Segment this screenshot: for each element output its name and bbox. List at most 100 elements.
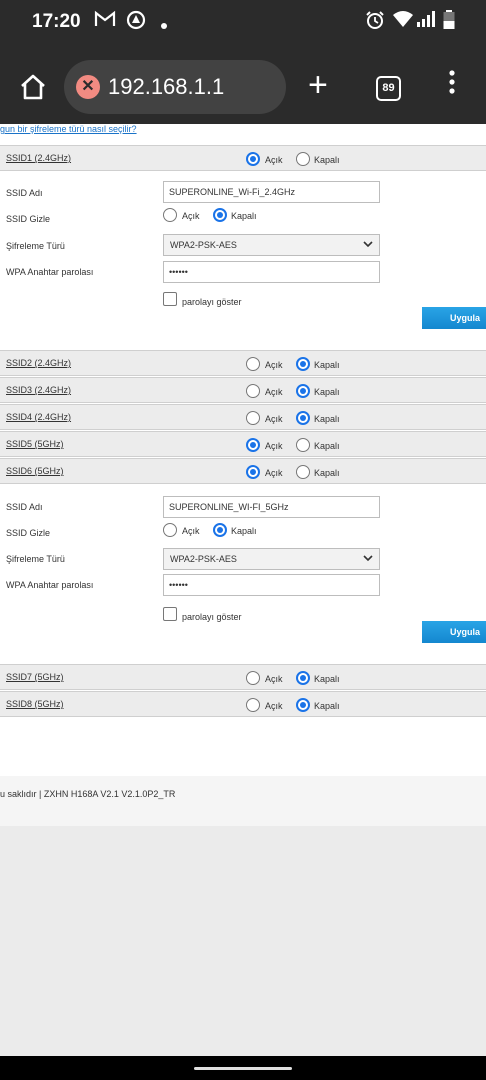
ssid-row: SSID3 (2.4GHz) Açık Kapalı (0, 377, 486, 403)
radio-on[interactable] (163, 208, 177, 222)
ssid-enable-radio-group: Açık Kapalı (246, 152, 356, 168)
radio-on[interactable] (163, 523, 177, 537)
show-password-checkbox[interactable] (163, 292, 177, 306)
radio-off-label: Kapalı (314, 360, 340, 370)
ssid-hidden-label: SSID Gizle (6, 214, 51, 224)
radio-on-label: Açık (265, 468, 283, 478)
apply-button[interactable]: Uygula (422, 307, 486, 329)
radio-on-label: Açık (265, 701, 283, 711)
vpn-icon (126, 10, 146, 35)
radio-on-label: Açık (265, 441, 283, 451)
radio-off-label: Kapalı (314, 441, 340, 451)
status-bar: 17:20 (0, 0, 486, 44)
ssid-name-input[interactable]: SUPERONLINE_WI-FI_5GHz (163, 496, 380, 518)
tab-switcher-button[interactable]: 89 (376, 76, 401, 101)
radio-on[interactable] (246, 465, 260, 479)
radio-on[interactable] (246, 438, 260, 452)
wpa-password-label: WPA Anahtar parolası (6, 580, 94, 590)
url-text[interactable]: 192.168.1.1 (108, 74, 224, 100)
radio-off[interactable] (296, 357, 310, 371)
radio-off-label: Kapalı (231, 526, 257, 536)
encryption-type-label: Şifreleme Türü (6, 241, 65, 251)
wpa-password-input[interactable]: •••••• (163, 574, 380, 596)
ssid-hidden-radio-group: Açık Kapalı (163, 208, 273, 224)
ssid-link[interactable]: SSID4 (2.4GHz) (6, 412, 71, 422)
ssid-link[interactable]: SSID8 (5GHz) (6, 699, 64, 709)
ssid-row: SSID6 (5GHz) Açık Kapalı (0, 458, 486, 484)
show-password-label: parolayı göster (182, 612, 242, 622)
ssid-link[interactable]: SSID3 (2.4GHz) (6, 385, 71, 395)
radio-off[interactable] (296, 465, 310, 479)
ssid-row: SSID8 (5GHz) Açık Kapalı (0, 691, 486, 717)
radio-on[interactable] (246, 411, 260, 425)
radio-on[interactable] (246, 698, 260, 712)
signal-icon (416, 10, 436, 33)
ssid-row: SSID5 (5GHz) Açık Kapalı (0, 431, 486, 457)
battery-icon (443, 10, 455, 35)
radio-on[interactable] (246, 357, 260, 371)
ssid-enable-radio-group: Açık Kapalı (246, 671, 356, 687)
chevron-down-icon (362, 238, 374, 250)
ssid-row: SSID1 (2.4GHz) Açık Kapalı (0, 145, 486, 171)
radio-on-label: Açık (265, 155, 283, 165)
ssid-name-label: SSID Adı (6, 188, 43, 198)
url-bar[interactable]: ✕ 192.168.1.1 (64, 60, 286, 114)
radio-off[interactable] (296, 438, 310, 452)
ssid-link[interactable]: SSID1 (2.4GHz) (6, 153, 71, 163)
browser-toolbar: ✕ 192.168.1.1 + 89 (0, 44, 486, 124)
show-password-label: parolayı göster (182, 297, 242, 307)
ssid-row: SSID7 (5GHz) Açık Kapalı (0, 664, 486, 690)
radio-on-label: Açık (182, 526, 200, 536)
encryption-type-select[interactable]: WPA2-PSK-AES (163, 548, 380, 570)
ssid-link[interactable]: SSID5 (5GHz) (6, 439, 64, 449)
show-password-checkbox[interactable] (163, 607, 177, 621)
wpa-password-label: WPA Anahtar parolası (6, 267, 94, 277)
ssid-enable-radio-group: Açık Kapalı (246, 357, 356, 373)
dot-icon (160, 13, 168, 35)
navigation-bar (0, 1056, 486, 1080)
radio-off[interactable] (296, 384, 310, 398)
radio-off[interactable] (296, 671, 310, 685)
radio-off-label: Kapalı (314, 468, 340, 478)
encryption-type-value: WPA2-PSK-AES (170, 554, 237, 564)
radio-off[interactable] (296, 411, 310, 425)
radio-off[interactable] (213, 208, 227, 222)
new-tab-icon[interactable]: + (308, 68, 328, 102)
ssid-enable-radio-group: Açık Kapalı (246, 465, 356, 481)
gmail-icon (94, 10, 116, 33)
encryption-help-link[interactable]: gun bir şifreleme türü nasıl seçilir? (0, 124, 137, 134)
radio-on-label: Açık (265, 360, 283, 370)
radio-off[interactable] (296, 698, 310, 712)
stop-loading-icon[interactable]: ✕ (76, 75, 100, 99)
ssid-link[interactable]: SSID6 (5GHz) (6, 466, 64, 476)
radio-on[interactable] (246, 384, 260, 398)
ssid-enable-radio-group: Açık Kapalı (246, 438, 356, 454)
page-content: gun bir şifreleme türü nasıl seçilir? SS… (0, 124, 486, 1056)
ssid-hidden-radio-group: Açık Kapalı (163, 523, 273, 539)
apply-button[interactable]: Uygula (422, 621, 486, 643)
ssid-hidden-label: SSID Gizle (6, 528, 51, 538)
radio-on-label: Açık (182, 211, 200, 221)
radio-on[interactable] (246, 152, 260, 166)
ssid-enable-radio-group: Açık Kapalı (246, 698, 356, 714)
radio-off-label: Kapalı (314, 414, 340, 424)
alarm-icon (365, 10, 385, 35)
home-gesture-handle[interactable] (194, 1067, 292, 1070)
ssid-row: SSID4 (2.4GHz) Açık Kapalı (0, 404, 486, 430)
chevron-down-icon (362, 552, 374, 564)
wpa-password-input[interactable]: •••••• (163, 261, 380, 283)
radio-off[interactable] (213, 523, 227, 537)
encryption-type-select[interactable]: WPA2-PSK-AES (163, 234, 380, 256)
status-time: 17:20 (32, 11, 81, 32)
radio-on[interactable] (246, 671, 260, 685)
footer-text: u saklıdır | ZXHN H168A V2.1 V2.1.0P2_TR (0, 789, 176, 799)
ssid-name-input[interactable]: SUPERONLINE_Wi-Fi_2.4GHz (163, 181, 380, 203)
ssid-enable-radio-group: Açık Kapalı (246, 411, 356, 427)
overflow-menu-icon[interactable] (444, 70, 460, 94)
radio-off-label: Kapalı (314, 674, 340, 684)
radio-off[interactable] (296, 152, 310, 166)
footer (0, 776, 486, 826)
ssid-link[interactable]: SSID2 (2.4GHz) (6, 358, 71, 368)
ssid-link[interactable]: SSID7 (5GHz) (6, 672, 64, 682)
home-icon[interactable] (18, 72, 48, 102)
